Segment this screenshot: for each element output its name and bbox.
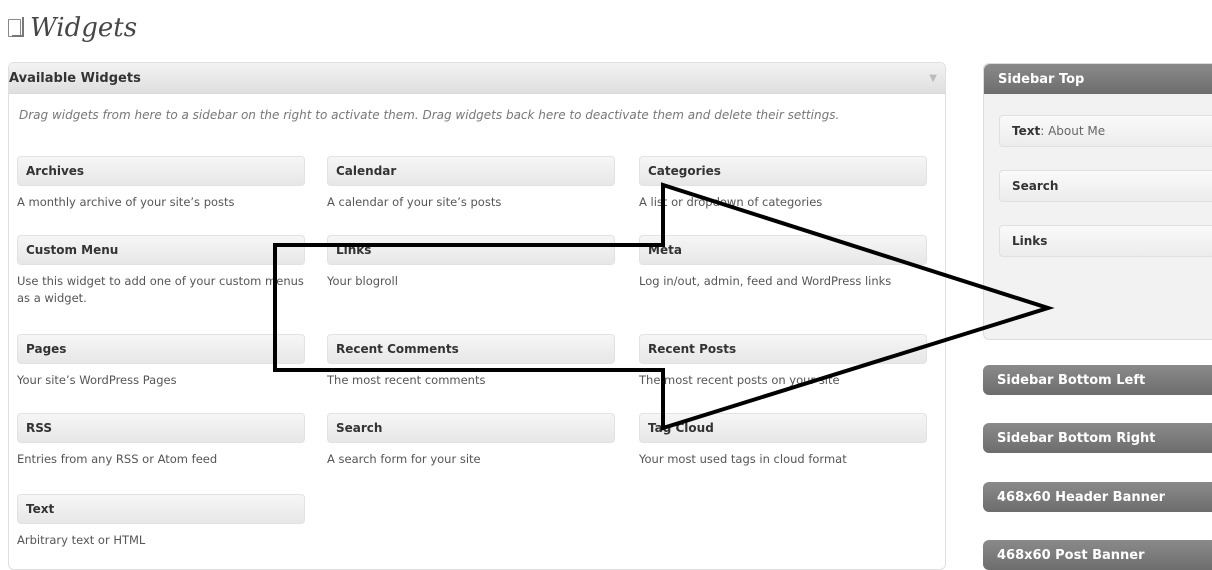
widget-links[interactable]: Links Your blogroll — [327, 235, 615, 290]
sidebar-widget-text[interactable]: Text: About Me — [999, 115, 1212, 147]
widget-title[interactable]: Pages — [17, 334, 305, 364]
widget-description: The most recent posts on your site — [639, 373, 840, 387]
widget-recent-posts[interactable]: Recent Posts The most recent posts on yo… — [639, 334, 927, 389]
widget-description: Use this widget to add one of your custo… — [17, 274, 304, 305]
widget-description: Your site’s WordPress Pages — [17, 373, 177, 387]
widget-title[interactable]: Text — [17, 494, 305, 524]
sidebar-widget-links[interactable]: Links — [999, 225, 1212, 257]
widget-search[interactable]: Search A search form for your site — [327, 413, 615, 468]
widget-title[interactable]: Recent Posts — [639, 334, 927, 364]
sidebar-bottom-left[interactable]: Sidebar Bottom Left — [983, 365, 1212, 395]
widget-title[interactable]: Custom Menu — [17, 235, 305, 265]
sidebar-widget-title: Text — [1012, 124, 1041, 138]
widget-description: Log in/out, admin, feed and WordPress li… — [639, 274, 892, 288]
widget-rss[interactable]: RSS Entries from any RSS or Atom feed — [17, 413, 305, 468]
sidebar-widget-title: Links — [1012, 234, 1048, 248]
widget-meta[interactable]: Meta Log in/out, admin, feed and WordPre… — [639, 235, 927, 290]
available-widgets-description: Drag widgets from here to a sidebar on t… — [19, 108, 840, 122]
sidebar-top-area: Sidebar Top Text: About Me Search Links — [983, 63, 1212, 340]
widget-categories[interactable]: Categories A list or dropdown of categor… — [639, 156, 927, 211]
sidebar-bottom-left-header[interactable]: Sidebar Bottom Left — [983, 365, 1212, 395]
sidebar-widget-search[interactable]: Search — [999, 170, 1212, 202]
widget-custom-menu[interactable]: Custom Menu Use this widget to add one o… — [17, 235, 305, 307]
widget-title[interactable]: Search — [327, 413, 615, 443]
widgets-icon — [8, 17, 24, 39]
page-title: Widgets — [8, 10, 137, 46]
widget-tag-cloud[interactable]: Tag Cloud Your most used tags in cloud f… — [639, 413, 927, 468]
widget-title[interactable]: Meta — [639, 235, 927, 265]
sidebar-post-banner-header[interactable]: 468x60 Post Banner — [983, 540, 1212, 570]
widget-calendar[interactable]: Calendar A calendar of your site’s posts — [327, 156, 615, 211]
widget-description: Your blogroll — [327, 274, 398, 288]
widget-recent-comments[interactable]: Recent Comments The most recent comments — [327, 334, 615, 389]
sidebar-top-header[interactable]: Sidebar Top — [984, 64, 1212, 94]
widget-title[interactable]: Recent Comments — [327, 334, 615, 364]
widget-text[interactable]: Text Arbitrary text or HTML — [17, 494, 305, 549]
sidebar-widget-title: Search — [1012, 179, 1059, 193]
sidebar-widget-subtitle: : About Me — [1040, 124, 1106, 138]
sidebar-bottom-right[interactable]: Sidebar Bottom Right — [983, 423, 1212, 453]
widget-description: Arbitrary text or HTML — [17, 533, 146, 547]
sidebar-bottom-right-header[interactable]: Sidebar Bottom Right — [983, 423, 1212, 453]
collapse-toggle-icon[interactable]: ▼ — [929, 73, 937, 84]
available-widgets-header[interactable]: Available Widgets ▼ — [9, 63, 945, 94]
widget-description: A list or dropdown of categories — [639, 195, 823, 209]
available-widgets-title: Available Widgets — [9, 70, 141, 86]
sidebar-post-banner[interactable]: 468x60 Post Banner — [983, 540, 1212, 570]
widget-title[interactable]: Calendar — [327, 156, 615, 186]
widget-pages[interactable]: Pages Your site’s WordPress Pages — [17, 334, 305, 389]
widget-title[interactable]: Tag Cloud — [639, 413, 927, 443]
widget-title[interactable]: Links — [327, 235, 615, 265]
page-title-text: Widgets — [30, 13, 138, 43]
widget-description: Your most used tags in cloud format — [639, 452, 847, 466]
widget-description: A calendar of your site’s posts — [327, 195, 502, 209]
widget-description: A search form for your site — [327, 452, 481, 466]
available-widgets-panel: Available Widgets ▼ Drag widgets from he… — [8, 62, 946, 570]
widget-title[interactable]: Categories — [639, 156, 927, 186]
widget-description: The most recent comments — [327, 373, 486, 387]
widget-archives[interactable]: Archives A monthly archive of your site’… — [17, 156, 305, 211]
sidebar-header-banner-header[interactable]: 468x60 Header Banner — [983, 482, 1212, 512]
sidebar-header-banner[interactable]: 468x60 Header Banner — [983, 482, 1212, 512]
widget-title[interactable]: RSS — [17, 413, 305, 443]
widget-title[interactable]: Archives — [17, 156, 305, 186]
widget-description: A monthly archive of your site’s posts — [17, 195, 235, 209]
widget-description: Entries from any RSS or Atom feed — [17, 452, 218, 466]
